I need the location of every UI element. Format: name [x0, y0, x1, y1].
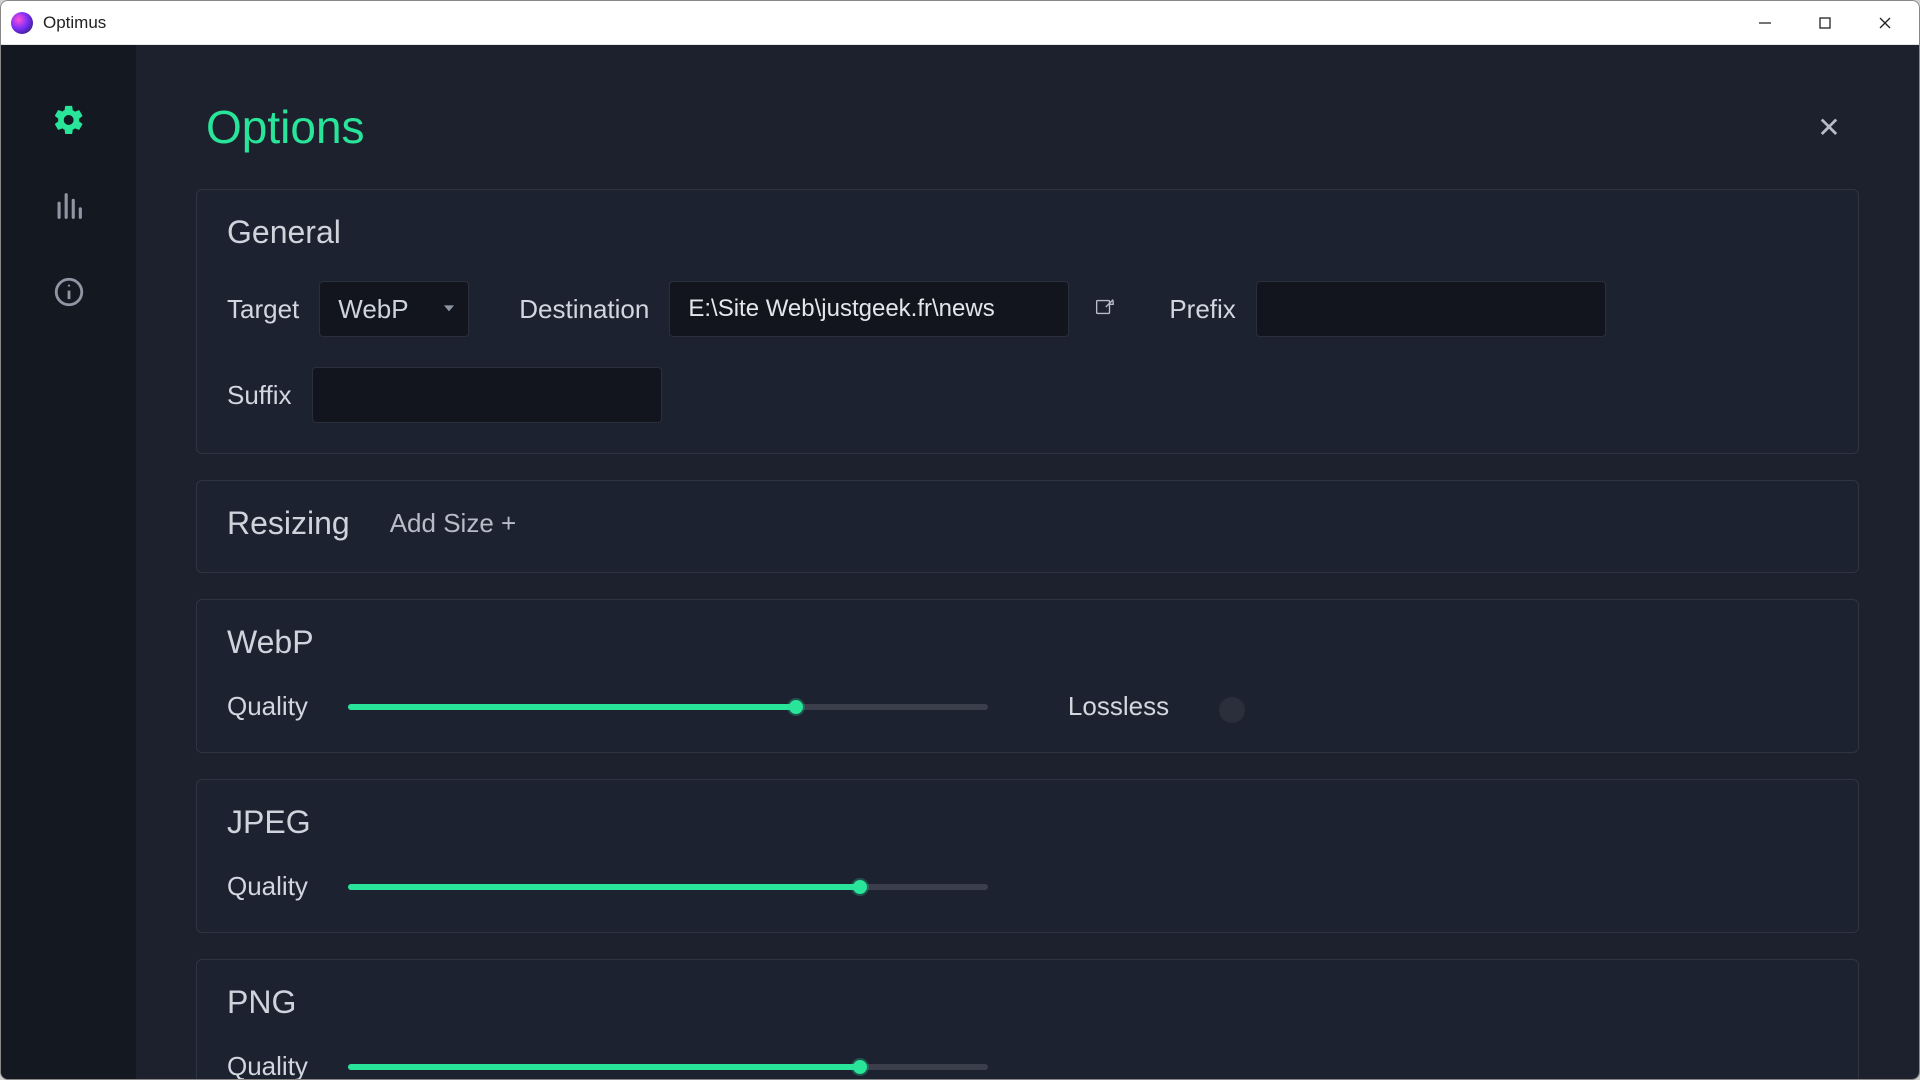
jpeg-quality-fill: [348, 884, 860, 890]
app-window: Optimus: [0, 0, 1920, 1080]
open-folder-icon: [1093, 296, 1115, 323]
close-panel-button[interactable]: ✕: [1809, 107, 1849, 147]
prefix-field: Prefix: [1169, 281, 1605, 337]
webp-quality-fill: [348, 704, 796, 710]
webp-quality-thumb[interactable]: [789, 700, 803, 714]
resizing-panel: Resizing Add Size +: [196, 480, 1859, 573]
target-field: Target WebP: [227, 281, 469, 337]
close-icon: ✕: [1817, 111, 1840, 144]
webp-panel: WebP Quality Lossless: [196, 599, 1859, 753]
app-title: Optimus: [43, 13, 106, 33]
content: Options ✕ General Target WebP Dest: [136, 45, 1919, 1080]
webp-quality-label: Quality: [227, 691, 308, 722]
jpeg-quality-label: Quality: [227, 871, 308, 902]
webp-quality-slider[interactable]: [348, 704, 988, 710]
webp-lossless-toggle[interactable]: [1219, 697, 1245, 723]
jpeg-title: JPEG: [227, 804, 1828, 841]
png-quality-thumb[interactable]: [853, 1060, 867, 1074]
suffix-input[interactable]: [312, 367, 662, 423]
general-panel: General Target WebP Destination E:\Site …: [196, 189, 1859, 454]
sidebar-item-stats[interactable]: [47, 186, 91, 230]
png-quality-label: Quality: [227, 1051, 308, 1080]
titlebar: Optimus: [1, 1, 1919, 45]
suffix-field: Suffix: [227, 367, 662, 423]
maximize-button[interactable]: [1795, 1, 1855, 45]
add-size-button[interactable]: Add Size +: [390, 508, 516, 539]
bar-chart-icon: [52, 189, 86, 228]
destination-value: E:\Site Web\justgeek.fr\news: [688, 295, 994, 323]
app-body: Options ✕ General Target WebP Dest: [1, 45, 1919, 1080]
browse-destination-button[interactable]: [1089, 294, 1119, 324]
suffix-label: Suffix: [227, 380, 292, 411]
sidebar-item-options[interactable]: [47, 100, 91, 144]
minimize-button[interactable]: [1735, 1, 1795, 45]
prefix-label: Prefix: [1169, 294, 1235, 325]
sidebar: [1, 45, 136, 1080]
destination-label: Destination: [519, 294, 649, 325]
page-title: Options: [206, 100, 365, 154]
png-quality-slider[interactable]: [348, 1064, 988, 1070]
target-value: WebP: [338, 294, 408, 325]
app-icon: [11, 12, 33, 34]
info-icon: [52, 275, 86, 314]
jpeg-panel: JPEG Quality: [196, 779, 1859, 933]
png-panel: PNG Quality: [196, 959, 1859, 1080]
resizing-title: Resizing: [227, 505, 350, 542]
png-quality-fill: [348, 1064, 860, 1070]
target-select[interactable]: WebP: [319, 281, 469, 337]
jpeg-quality-thumb[interactable]: [853, 880, 867, 894]
destination-field: Destination E:\Site Web\justgeek.fr\news: [519, 281, 1119, 337]
jpeg-quality-slider[interactable]: [348, 884, 988, 890]
destination-input[interactable]: E:\Site Web\justgeek.fr\news: [669, 281, 1069, 337]
target-label: Target: [227, 294, 299, 325]
prefix-input[interactable]: [1256, 281, 1606, 337]
gear-icon: [52, 103, 86, 142]
webp-lossless-label: Lossless: [1068, 691, 1169, 722]
png-title: PNG: [227, 984, 1828, 1021]
general-title: General: [227, 214, 1828, 251]
sidebar-item-about[interactable]: [47, 272, 91, 316]
webp-title: WebP: [227, 624, 1828, 661]
window-close-button[interactable]: [1855, 1, 1915, 45]
